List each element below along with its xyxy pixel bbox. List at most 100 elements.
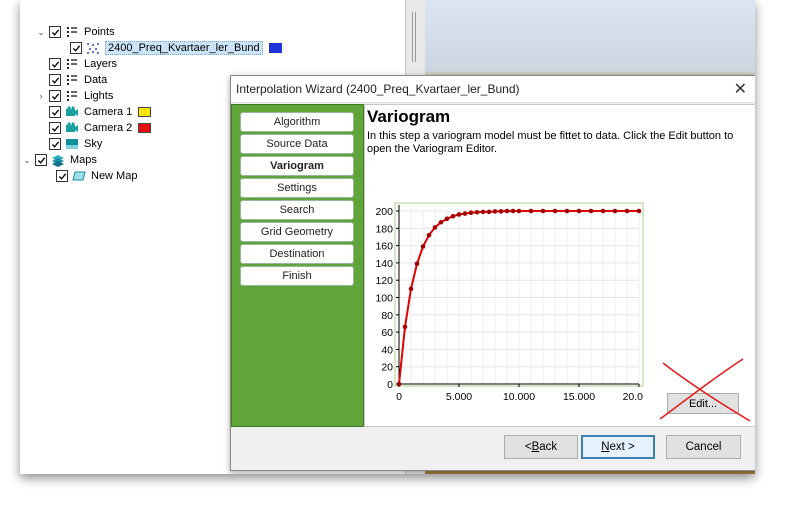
- wizard-content: Variogram In this step a variogram model…: [364, 104, 755, 427]
- camera-icon: [65, 121, 79, 135]
- color-swatch-red[interactable]: [138, 123, 152, 133]
- chevron-down-icon[interactable]: ⌄: [36, 27, 46, 37]
- variogram-data-point: [474, 209, 480, 215]
- dialog-title: Interpolation Wizard (2400_Preq_Kvartaer…: [236, 82, 520, 96]
- variogram-data-point: [516, 208, 522, 214]
- red-cross-annotation: [659, 358, 751, 422]
- step-description: In this step a variogram model must be f…: [367, 130, 734, 155]
- variogram-data-point: [480, 209, 486, 215]
- checkbox-camera-2[interactable]: [49, 122, 61, 134]
- wizard-steps-panel: Algorithm Source Data Variogram Settings…: [231, 104, 364, 427]
- variogram-data-point: [504, 208, 510, 214]
- sky-icon: [65, 137, 79, 151]
- step-source-data[interactable]: Source Data: [240, 134, 354, 154]
- tree-item-maps[interactable]: ⌄ Maps: [22, 152, 97, 168]
- step-settings[interactable]: Settings: [240, 178, 354, 198]
- color-swatch-blue[interactable]: [268, 43, 282, 53]
- step-grid-geometry[interactable]: Grid Geometry: [240, 222, 354, 242]
- checkbox-layers[interactable]: [49, 58, 61, 70]
- back-rest: ack: [539, 441, 558, 453]
- tree-item-points[interactable]: ⌄ Points: [36, 24, 115, 40]
- next-rest: ext >: [609, 441, 635, 453]
- variogram-data-point: [402, 324, 408, 330]
- camera-icon: [65, 105, 79, 119]
- variogram-data-point: [636, 208, 642, 214]
- tree-item-label: Maps: [70, 154, 97, 166]
- checkbox-lights[interactable]: [49, 90, 61, 102]
- variogram-chart-svg: 2001801601401201008060402000 5.000 10.000 1…: [375, 202, 644, 403]
- application-window: ⌄ Points 2400_Preq_Kvartaer_ler_Bund Lay…: [20, 0, 755, 474]
- step-algorithm[interactable]: Algorithm: [240, 112, 354, 132]
- y-tick-label: 160: [375, 241, 393, 253]
- variogram-data-point: [624, 208, 630, 214]
- next-button[interactable]: Next >: [581, 435, 655, 459]
- y-tick-label: 200: [375, 206, 393, 218]
- variogram-data-point: [588, 208, 594, 214]
- variogram-data-point: [612, 208, 618, 214]
- variogram-data-point: [462, 211, 468, 216]
- y-tick-label: 80: [381, 310, 393, 322]
- variogram-data-point: [408, 286, 414, 292]
- step-finish[interactable]: Finish: [240, 266, 354, 286]
- variogram-data-point: [420, 244, 426, 249]
- tree-item-label: Camera 2: [84, 122, 133, 134]
- checkbox-data[interactable]: [49, 74, 61, 86]
- y-tick-label: 40: [381, 344, 393, 356]
- y-tick-label: 20: [381, 362, 393, 374]
- checkbox-points[interactable]: [49, 26, 61, 38]
- y-tick-label: 0: [387, 379, 393, 391]
- tree-item-camera-2[interactable]: Camera 2: [49, 120, 152, 136]
- back-button[interactable]: < Back: [504, 435, 578, 459]
- variogram-data-point: [498, 209, 504, 214]
- splitter-grip[interactable]: [412, 12, 416, 62]
- chevron-right-icon[interactable]: ›: [36, 91, 46, 101]
- step-heading: Variogram: [367, 107, 451, 126]
- variogram-data-point: [426, 232, 432, 238]
- checkbox-maps[interactable]: [35, 154, 47, 166]
- variogram-data-point: [492, 209, 498, 214]
- y-tick-label: 120: [375, 275, 393, 287]
- tree-item-lights[interactable]: › Lights: [36, 88, 113, 104]
- checkbox-new-map[interactable]: [56, 170, 68, 182]
- checkbox-sky[interactable]: [49, 138, 61, 150]
- close-icon[interactable]: ✕: [734, 79, 747, 99]
- dialog-titlebar[interactable]: Interpolation Wizard (2400_Preq_Kvartaer…: [231, 76, 755, 103]
- checkbox-camera-1[interactable]: [49, 106, 61, 118]
- variogram-data-point: [450, 213, 456, 219]
- color-swatch-yellow[interactable]: [138, 107, 152, 117]
- tree-item-data[interactable]: Data: [49, 72, 107, 88]
- y-tick-label: 140: [375, 258, 393, 270]
- new-map-icon: [72, 169, 86, 183]
- variogram-data-point: [438, 219, 444, 225]
- tree-item-label: Data: [84, 74, 108, 86]
- x-tick-label: 20.0: [623, 391, 644, 403]
- lights-group-icon: [65, 89, 79, 103]
- step-destination[interactable]: Destination: [240, 244, 354, 264]
- chevron-down-icon[interactable]: ⌄: [22, 155, 32, 165]
- variogram-data-point: [396, 381, 402, 387]
- back-prefix: <: [524, 441, 532, 453]
- variogram-data-point: [552, 208, 558, 214]
- step-search[interactable]: Search: [240, 200, 354, 220]
- edit-button[interactable]: Edit...: [667, 393, 739, 414]
- x-tick-label: 5.000: [446, 391, 472, 403]
- tree-item-new-map[interactable]: New Map: [56, 168, 137, 184]
- cancel-button[interactable]: Cancel: [666, 435, 741, 459]
- tree-item-label: New Map: [91, 170, 138, 182]
- x-tick-label: 0: [396, 391, 402, 403]
- tree-item-label: Layers: [84, 58, 118, 70]
- tree-item-dataset[interactable]: 2400_Preq_Kvartaer_ler_Bund: [70, 40, 282, 56]
- tree-item-label: Camera 1: [84, 106, 133, 118]
- checkbox-dataset[interactable]: [70, 42, 82, 54]
- tree-item-layers[interactable]: Layers: [49, 56, 117, 72]
- variogram-data-point: [414, 261, 420, 267]
- step-variogram[interactable]: Variogram: [240, 156, 354, 176]
- y-tick-label: 180: [375, 223, 393, 235]
- variogram-data-point: [540, 208, 546, 214]
- variogram-data-point: [528, 208, 534, 214]
- tree-item-sky[interactable]: Sky: [49, 136, 102, 152]
- tree-item-camera-1[interactable]: Camera 1: [49, 104, 152, 120]
- data-group-icon: [65, 73, 79, 87]
- viewport-sky: [425, 0, 755, 72]
- x-tick-label: 10.000: [503, 391, 535, 403]
